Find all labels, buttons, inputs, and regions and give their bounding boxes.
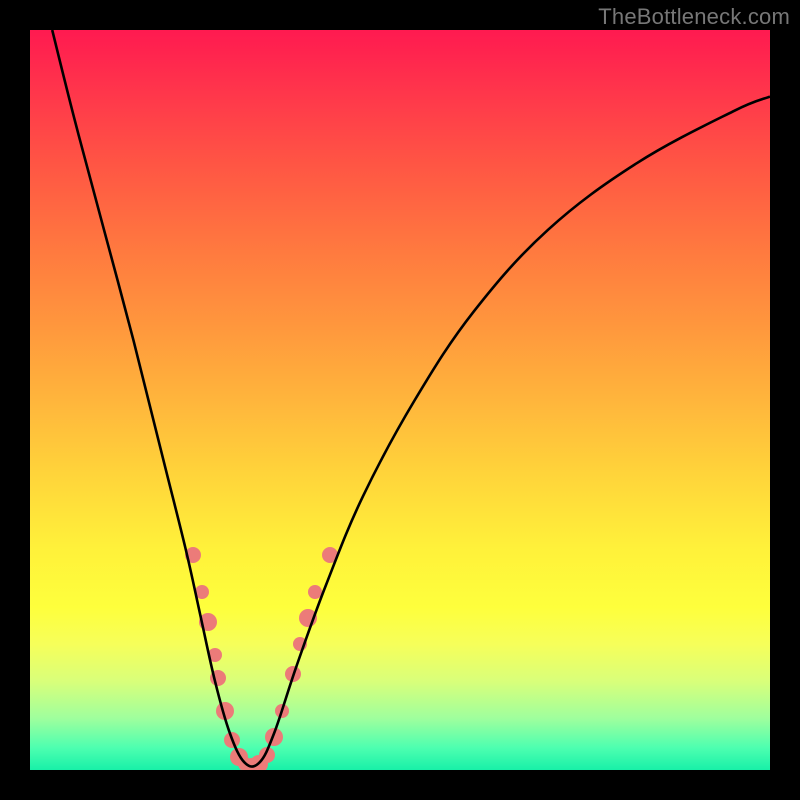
plot-area <box>30 30 770 770</box>
chart-frame: TheBottleneck.com <box>0 0 800 800</box>
bottleneck-curve <box>52 30 770 767</box>
watermark-text: TheBottleneck.com <box>598 4 790 30</box>
curve-svg <box>30 30 770 770</box>
